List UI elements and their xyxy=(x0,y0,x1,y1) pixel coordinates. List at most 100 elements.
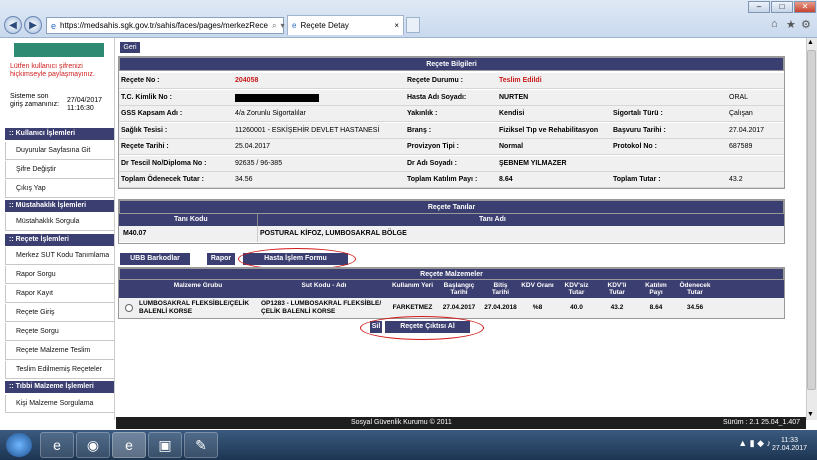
recete-bilgileri-title: Reçete Bilgileri xyxy=(119,57,784,71)
info-label: Toplam Tutar : xyxy=(613,176,661,183)
paint-taskbar-icon[interactable]: ✎ xyxy=(184,432,218,458)
tray-icons[interactable]: ▲ ▮ ◆ ♪ xyxy=(738,438,771,449)
column-header: KDV'siz Tutar xyxy=(564,282,589,296)
session-time: 11:16:30 xyxy=(67,105,94,112)
info-row: Toplam Ödenecek Tutar : 34.56 Toplam Katıl… xyxy=(119,172,784,188)
info-value: 92635 / 96-385 xyxy=(235,159,283,167)
back-icon[interactable]: ◀ xyxy=(4,16,22,34)
info-value: 25.04.2017 xyxy=(235,143,271,150)
info-row: Reçete No : 204058 Reçete Durumu : Teslim E… xyxy=(119,73,784,89)
clock[interactable]: 11:33 27.04.2017 xyxy=(772,437,807,453)
info-label: Yakınlık : xyxy=(407,110,438,117)
ubb-barkodlar-button[interactable]: UBB Barkodlar xyxy=(120,253,190,265)
favorites-star-icon[interactable]: ★ xyxy=(786,18,796,31)
new-tab-button[interactable] xyxy=(406,17,420,33)
info-value: 204058 xyxy=(235,77,259,84)
tani-adi: POSTURAL KİFOZ, LUMBOSAKRAL BÖLGE xyxy=(260,230,407,237)
table-cell: 27.04.2017 xyxy=(442,304,476,311)
info-label: T.C. Kimlik No : xyxy=(121,93,172,101)
section-mustahaklik: :: Müstahaklık İşlemleri xyxy=(5,200,114,212)
table-cell: OP1283 - LUMBOSAKRAL FLEKSİBLE/ÇELİK BAL… xyxy=(261,300,382,315)
table-row: M40.07 POSTURAL KİFOZ, LUMBOSAKRAL BÖLGE xyxy=(119,226,784,242)
tani-adi-header: Tanı Adı xyxy=(479,216,506,223)
highlight-circle xyxy=(360,316,484,340)
ie-active-taskbar-icon[interactable]: e xyxy=(112,432,146,458)
recete-tanilar-panel: Reçete Tanılar Tanı Kodu Tanı Adı M40.07… xyxy=(118,199,785,244)
url-text: https://medsahis.sgk.gov.tr/sahis/faces/… xyxy=(60,21,268,30)
search-icon[interactable]: ⌕ xyxy=(272,21,276,31)
close-icon[interactable]: ✕ xyxy=(794,1,816,13)
session-datetime: 27/04/2017 11:16:30 xyxy=(67,97,102,113)
ie-taskbar-icon[interactable]: e xyxy=(40,432,74,458)
sidebar-item-recete-giris[interactable]: Reçete Giriş xyxy=(5,304,114,322)
scroll-up-icon[interactable]: ▲ xyxy=(807,39,814,46)
sidebar-item-malzeme-teslim[interactable]: Reçete Malzeme Teslim xyxy=(5,342,114,360)
tanilar-header: Tanı Kodu Tanı Adı xyxy=(119,214,784,226)
back-button[interactable]: Geri xyxy=(120,42,140,53)
info-row: GSS Kapsam Adı : 4/a Zorunlu Sigortalılar… xyxy=(119,106,784,122)
start-button[interactable] xyxy=(6,433,32,457)
page-footer: Sosyal Güvenlik Kurumu © 2011 Sürüm : 2.… xyxy=(116,417,806,429)
column-header: Ödenecek Tutar xyxy=(679,282,711,296)
info-row: T.C. Kimlik No : Hasta Adı Soyadı: NURTEN O… xyxy=(119,89,784,106)
info-label: GSS Kapsam Adı : xyxy=(121,110,183,117)
sidebar-item-rapor-sorgu[interactable]: Rapor Sorgu xyxy=(5,266,114,284)
recete-malzemeler-title: Reçete Malzemeler xyxy=(119,268,784,280)
windows-taskbar: e ◉ e ▣ ✎ ▲ ▮ ◆ ♪ 11:33 27.04.2017 xyxy=(0,430,817,460)
dropdown-icon[interactable]: ▾ xyxy=(280,21,284,30)
tab-close-icon[interactable]: × xyxy=(394,21,399,30)
address-bar[interactable]: e https://medsahis.sgk.gov.tr/sahis/face… xyxy=(46,17,309,34)
info-value: 11260001 - ESKİŞEHİR DEVLET HASTANESİ xyxy=(235,126,380,134)
chrome-taskbar-icon[interactable]: ◉ xyxy=(76,432,110,458)
sidebar-item-sut-kodu[interactable]: Merkez SUT Kodu Tanımlama xyxy=(5,247,114,265)
sidebar-item-kisi-malzeme[interactable]: Kişi Malzeme Sorgulama xyxy=(5,395,114,413)
sidebar-item-recete-sorgu[interactable]: Reçete Sorgu xyxy=(5,323,114,341)
tani-kodu-header: Tanı Kodu xyxy=(174,216,208,223)
info-row: Reçete Tarihi : 25.04.2017 Provizyon Tipi … xyxy=(119,139,784,155)
ie-page-icon: e xyxy=(51,20,57,31)
info-label: Sigortalı Türü : xyxy=(613,110,663,117)
tab-title: Reçete Detay xyxy=(300,21,349,30)
browser-tab[interactable]: e Reçete Detay × xyxy=(287,15,404,35)
sidebar-item-cikis[interactable]: Çıkış Yap xyxy=(5,180,114,198)
session-date: 27/04/2017 xyxy=(67,97,103,104)
home-icon[interactable]: ⌂ xyxy=(771,18,778,30)
table-cell: FARKETMEZ xyxy=(392,304,433,311)
info-row: Sağlık Tesisi : 11260001 - ESKİŞEHİR DEVL… xyxy=(119,122,784,139)
window-taskbar-icon[interactable]: ▣ xyxy=(148,432,182,458)
scrollbar-thumb[interactable] xyxy=(807,50,816,390)
table-row: LUMBOSAKRAL FLEKSİBLE/ÇELİK BALENLİ KORS… xyxy=(119,298,784,318)
maximize-icon[interactable]: □ xyxy=(771,1,793,13)
info-value: 8.64 xyxy=(499,176,513,183)
minimize-icon[interactable]: – xyxy=(748,1,770,13)
info-value: Kendisi xyxy=(499,110,525,117)
sidebar-item-sifre[interactable]: Şifre Değiştir xyxy=(5,161,114,179)
sidebar-item-rapor-kayit[interactable]: Rapor Kayıt xyxy=(5,285,114,303)
info-label: Toplam Katılım Payı : xyxy=(407,176,478,183)
sidebar-item-duyurular[interactable]: Duyurular Sayfasına Git xyxy=(5,142,114,160)
info-label: Reçete No : xyxy=(121,77,160,84)
info-value: 4/a Zorunlu Sigortalılar xyxy=(235,110,306,117)
info-label: Toplam Ödenecek Tutar : xyxy=(121,176,204,183)
info-value: Normal xyxy=(499,143,524,150)
redaction-bar xyxy=(235,93,319,102)
info-label: Reçete Tarihi : xyxy=(121,143,169,150)
copyright-text: Sosyal Güvenlik Kurumu © 2011 xyxy=(351,419,452,426)
table-cell: 43.2 xyxy=(610,304,624,311)
table-cell: 34.56 xyxy=(686,304,704,311)
info-value: 27.04.2017 xyxy=(729,126,765,134)
forward-icon[interactable]: ▶ xyxy=(24,16,42,34)
clock-time: 11:33 xyxy=(780,437,798,444)
password-warning: Lütfen kullanıcı şifrenizi hiçkimseyle p… xyxy=(10,63,95,78)
info-label: Dr Adı Soyadı : xyxy=(407,159,457,167)
section-recete: :: Reçete İşlemleri xyxy=(5,234,114,246)
row-select-radio[interactable] xyxy=(125,304,133,312)
clock-date: 27.04.2017 xyxy=(771,445,807,452)
info-label: Provizyon Tipi : xyxy=(407,143,459,150)
scroll-down-icon[interactable]: ▼ xyxy=(807,411,814,418)
sidebar-item-mustahaklik-sorgula[interactable]: Müstahaklık Sorgula xyxy=(5,213,114,231)
gear-icon[interactable]: ⚙ xyxy=(801,18,811,31)
rapor-button[interactable]: Rapor xyxy=(207,253,235,265)
recete-tanilar-title: Reçete Tanılar xyxy=(119,200,784,214)
sidebar-item-teslim-edilmemis[interactable]: Teslim Edilmemiş Reçeteler xyxy=(5,361,114,379)
